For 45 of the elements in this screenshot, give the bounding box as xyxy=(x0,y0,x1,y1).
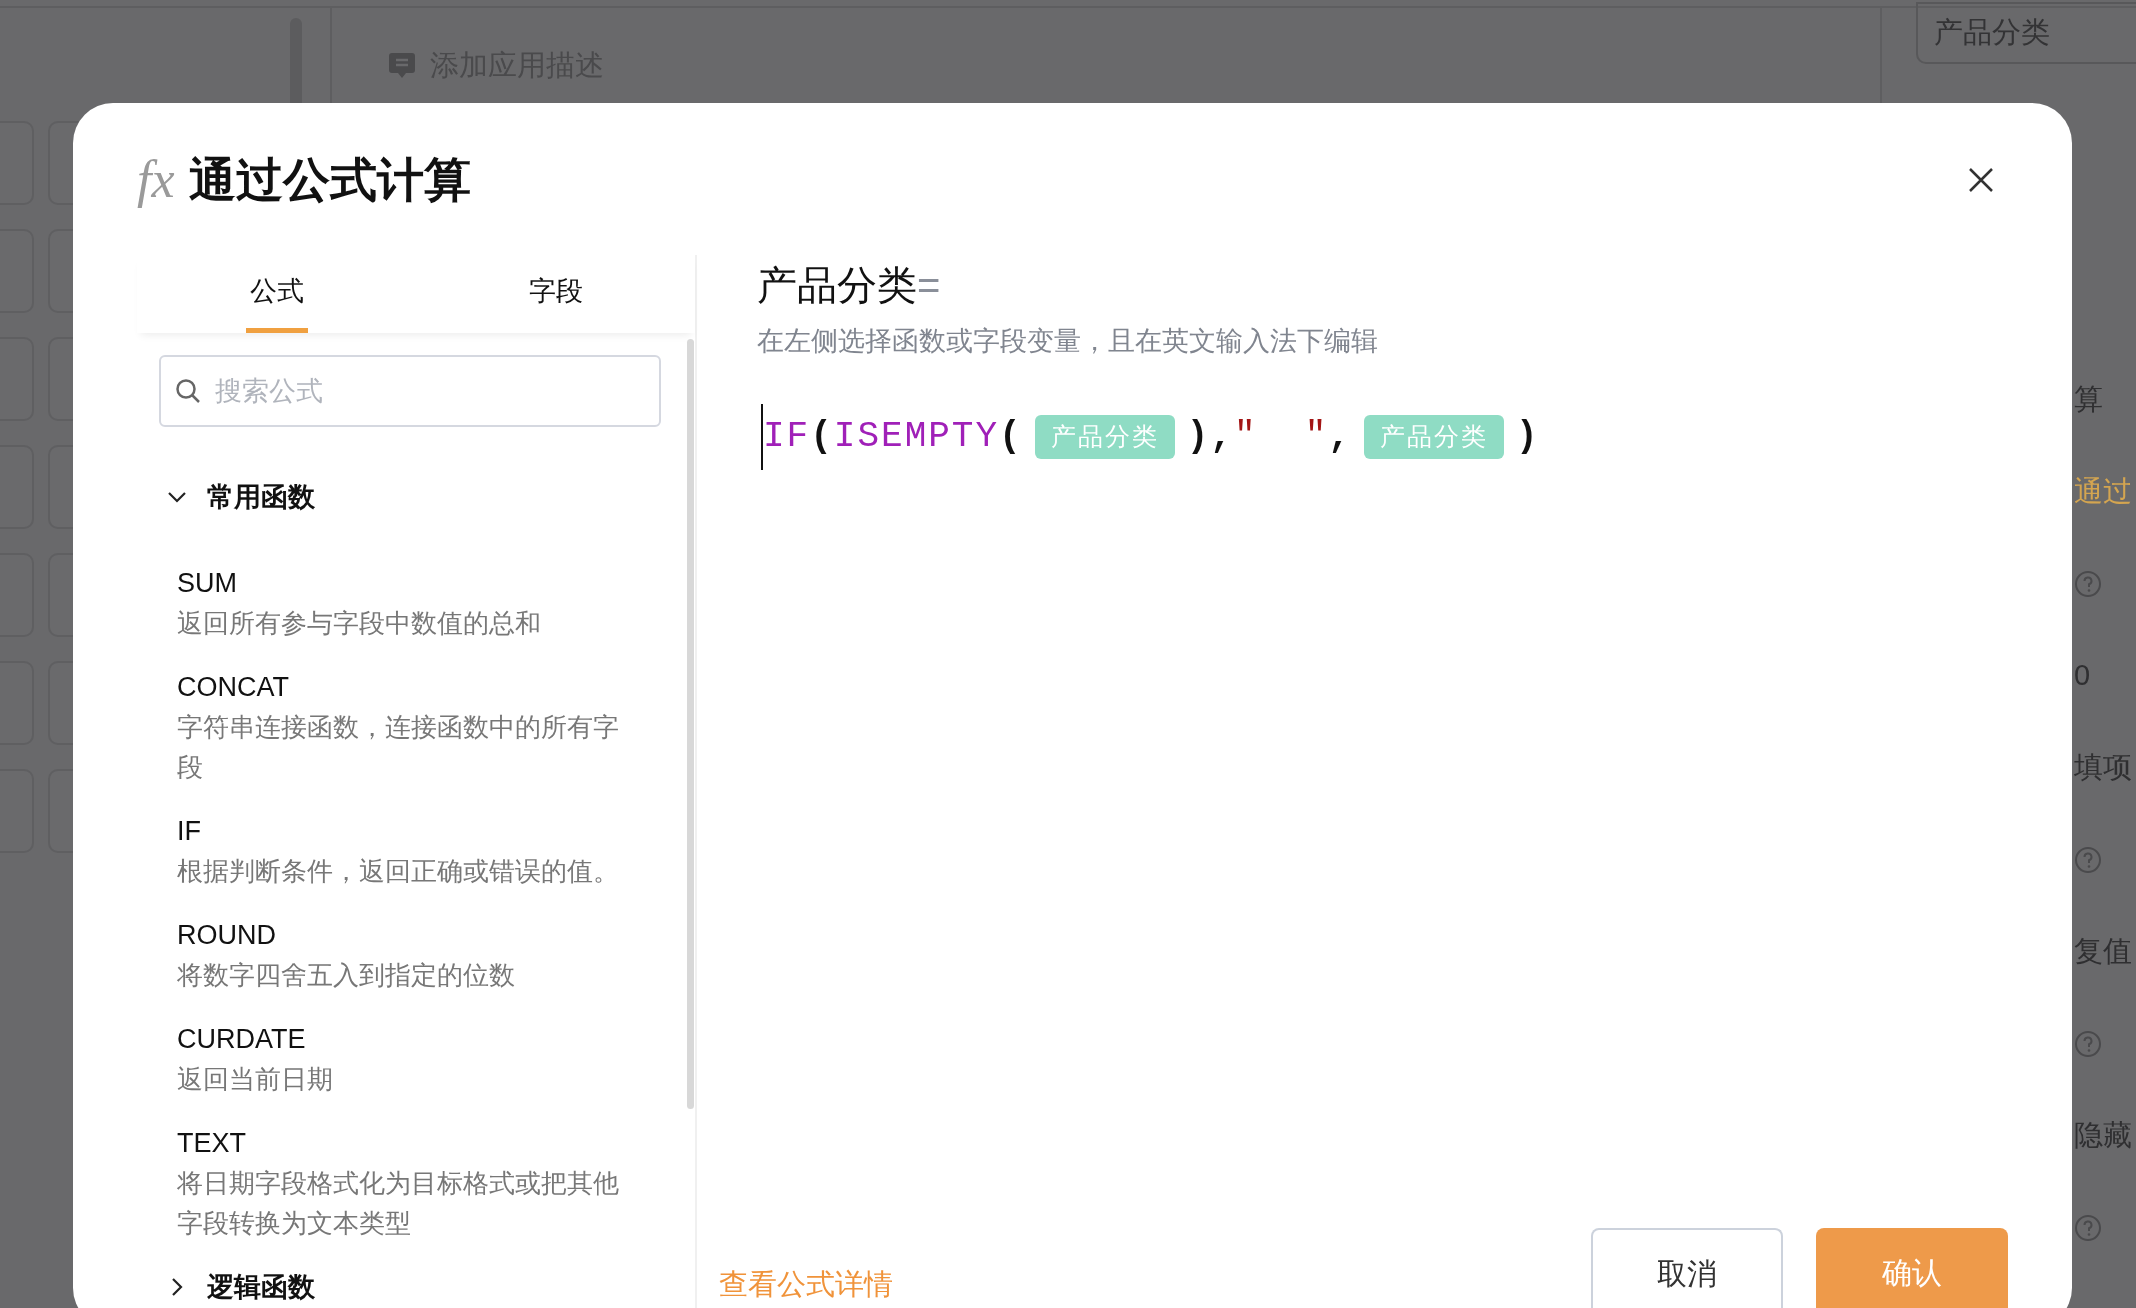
punctuation-token: , xyxy=(1328,414,1352,459)
function-name[interactable]: TEXT xyxy=(177,1123,673,1163)
side-label: 0 xyxy=(2074,658,2091,694)
function-name[interactable]: CONCAT xyxy=(177,667,673,707)
category-toggle[interactable]: 逻辑函数 xyxy=(159,1267,673,1307)
function-description: 返回当前日期 xyxy=(177,1063,334,1096)
equals-sign: = xyxy=(917,262,941,309)
help-icon xyxy=(2074,846,2102,874)
function-description: 返回所有参与字段中数值的总和 xyxy=(177,607,542,640)
string-token: " " xyxy=(1233,414,1329,459)
help-icon xyxy=(2074,1030,2102,1058)
search-field[interactable]: 搜索公式 xyxy=(159,355,661,427)
side-label: 复值 xyxy=(2074,934,2132,970)
function-name[interactable]: ROUND xyxy=(177,915,673,955)
help-icon xyxy=(2074,1214,2102,1242)
search-icon xyxy=(175,378,201,404)
panel-tab[interactable]: 字段 xyxy=(524,255,587,333)
dialog-title: 通过公式计算 xyxy=(188,151,471,208)
punctuation-token: , xyxy=(1210,414,1234,459)
function-name[interactable]: CURDATE xyxy=(177,1019,673,1059)
side-label: 通过 xyxy=(2074,474,2132,510)
close-icon[interactable] xyxy=(1968,167,1994,193)
punctuation-token: ( xyxy=(810,414,834,459)
side-label: 隐藏 xyxy=(2074,1118,2132,1154)
punctuation-token: ( xyxy=(999,414,1023,459)
function-token: IF xyxy=(763,414,811,459)
function-description: 字符串连接函数，连接函数中的所有字段 xyxy=(177,711,620,784)
scrollbar[interactable] xyxy=(687,339,694,1109)
function-description: 将日期字段格式化为目标格式或把其他字段转换为文本类型 xyxy=(177,1167,620,1240)
category-toggle[interactable]: 常用函数 xyxy=(159,477,673,517)
function-name[interactable]: IF xyxy=(177,811,673,851)
help-icon xyxy=(2074,570,2102,598)
side-label: 算 xyxy=(2074,382,2103,418)
editor-hint: 在左侧选择函数或字段变量，且在英文输入法下编辑 xyxy=(757,325,1379,358)
target-field: 产品分类 xyxy=(757,255,917,315)
cancel-button[interactable]: 取消 xyxy=(1591,1228,1783,1308)
punctuation-token: ) xyxy=(1186,414,1211,459)
function-icon: fx xyxy=(137,141,175,219)
side-label: 填项 xyxy=(2074,750,2132,786)
function-description: 根据判断条件，返回正确或错误的值。 xyxy=(177,855,620,888)
panel-tab[interactable]: 公式 xyxy=(245,255,308,333)
function-token: ISEMPTY xyxy=(833,414,1000,459)
punctuation-token: ) xyxy=(1515,414,1540,459)
function-name[interactable]: SUM xyxy=(177,563,673,603)
function-description: 将数字四舍五入到指定的位数 xyxy=(177,959,516,992)
